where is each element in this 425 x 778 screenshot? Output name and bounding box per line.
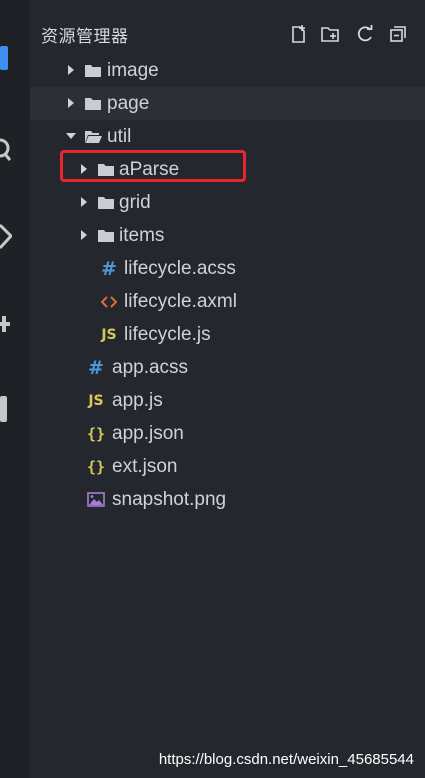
chevron-right-icon	[81, 230, 87, 240]
explorer-title: 资源管理器	[41, 27, 129, 46]
tree-item-snapshot-png[interactable]: snapshot.png	[30, 483, 425, 516]
folder-icon	[97, 194, 115, 211]
activity-bar	[0, 0, 30, 778]
file-tree: image page util aParse grid items # life…	[30, 54, 425, 516]
tree-item-ext-json[interactable]: {} ext.json	[30, 450, 425, 483]
tree-item-grid[interactable]: grid	[30, 186, 425, 219]
image-file-icon	[87, 491, 105, 508]
acss-file-icon: #	[88, 356, 104, 379]
tree-item-lifecycle-js[interactable]: JS lifecycle.js	[30, 318, 425, 351]
tree-item-app-acss[interactable]: # app.acss	[30, 351, 425, 384]
acss-file-icon: #	[101, 257, 117, 280]
tree-item-aparse[interactable]: aParse	[30, 153, 425, 186]
tree-item-app-js[interactable]: JS app.js	[30, 384, 425, 417]
folder-icon	[97, 227, 115, 244]
chevron-down-icon	[66, 133, 76, 139]
tree-item-label: lifecycle.acss	[124, 258, 236, 279]
new-folder-icon[interactable]	[321, 23, 342, 44]
folder-icon	[84, 62, 102, 79]
explorer-activity-icon[interactable]	[0, 44, 12, 70]
folder-icon	[97, 161, 115, 178]
folder-open-icon	[84, 128, 102, 145]
chevron-right-icon	[81, 164, 87, 174]
chevron-right-icon	[68, 65, 74, 75]
tree-item-lifecycle-acss[interactable]: # lifecycle.acss	[30, 252, 425, 285]
collapse-all-icon[interactable]	[387, 23, 408, 44]
tree-item-label: lifecycle.axml	[124, 291, 237, 312]
js-file-icon: JS	[101, 326, 117, 343]
explorer-header: 资源管理器	[30, 14, 425, 52]
device-activity-icon[interactable]	[0, 394, 12, 422]
tree-item-label: image	[107, 60, 159, 81]
refresh-icon[interactable]	[354, 23, 375, 44]
tree-item-app-json[interactable]: {} app.json	[30, 417, 425, 450]
explorer-actions	[288, 23, 408, 45]
tree-item-label: lifecycle.js	[124, 324, 211, 345]
search-activity-icon[interactable]	[0, 135, 12, 161]
folder-icon	[84, 95, 102, 112]
js-file-icon: JS	[88, 392, 104, 409]
tree-item-label: app.acss	[112, 357, 189, 378]
source-control-activity-icon[interactable]	[0, 222, 12, 250]
tree-item-label: util	[107, 126, 132, 147]
tree-item-page[interactable]: page	[30, 87, 425, 120]
tree-item-util[interactable]: util	[30, 120, 425, 153]
extensions-activity-icon[interactable]	[0, 310, 12, 336]
axml-file-icon	[100, 293, 118, 310]
explorer-panel: 资源管理器 image page util aParse grid items …	[30, 0, 425, 778]
json-file-icon: {}	[86, 424, 106, 443]
tree-item-label: items	[119, 225, 165, 246]
tree-item-label: app.js	[112, 390, 163, 411]
tree-item-label: grid	[119, 192, 151, 213]
tree-item-label: ext.json	[112, 456, 178, 477]
json-file-icon: {}	[86, 457, 106, 476]
chevron-right-icon	[81, 197, 87, 207]
tree-item-label: snapshot.png	[112, 489, 227, 510]
tree-item-image[interactable]: image	[30, 54, 425, 87]
new-file-icon[interactable]	[288, 23, 309, 44]
tree-item-label: aParse	[119, 159, 180, 180]
tree-item-label: page	[107, 93, 150, 114]
chevron-right-icon	[68, 98, 74, 108]
tree-item-lifecycle-axml[interactable]: lifecycle.axml	[30, 285, 425, 318]
tree-item-label: app.json	[112, 423, 184, 444]
tree-item-items[interactable]: items	[30, 219, 425, 252]
app-root: 资源管理器 image page util aParse grid items …	[0, 0, 425, 778]
watermark: https://blog.csdn.net/weixin_45685544	[158, 751, 414, 768]
